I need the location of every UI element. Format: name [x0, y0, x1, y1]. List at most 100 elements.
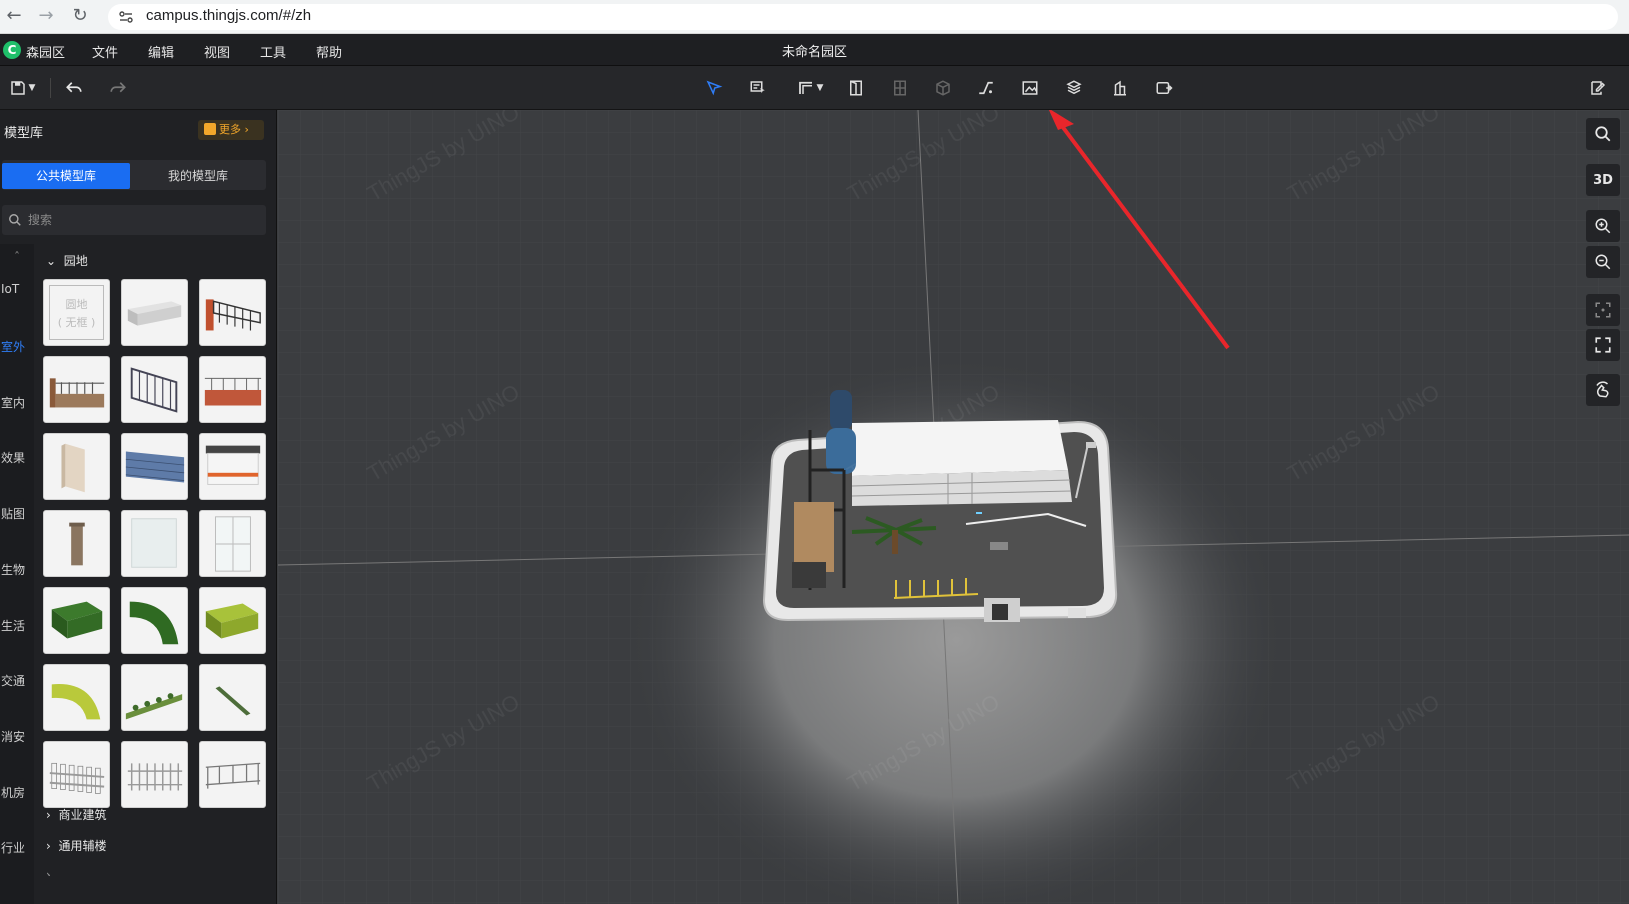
- category-indoor[interactable]: 室内: [0, 394, 34, 411]
- focus-icon: [1595, 302, 1611, 318]
- menu-help[interactable]: 帮助: [316, 42, 342, 61]
- model-thumb-panel-wall[interactable]: [43, 433, 110, 500]
- category-server-room[interactable]: 机房: [0, 784, 34, 801]
- url-text[interactable]: campus.thingjs.com/#/zh: [146, 7, 311, 24]
- more-label: 更多: [219, 123, 241, 136]
- cad-import-icon[interactable]: [1150, 74, 1178, 102]
- rotate-view-button[interactable]: [1586, 374, 1620, 406]
- model-thumb-white-fence[interactable]: [121, 741, 188, 808]
- wall-tool-dropdown[interactable]: ▼: [790, 74, 830, 102]
- category-textures[interactable]: 贴图: [0, 505, 34, 522]
- category-traffic[interactable]: 交通: [0, 672, 34, 689]
- main-toolbar: ▼ ▼: [0, 66, 1629, 110]
- fullscreen-icon: [1595, 337, 1611, 353]
- building-tool-icon[interactable]: [1106, 74, 1134, 102]
- model-thumb-concrete-block[interactable]: [121, 279, 188, 346]
- select-tool-icon[interactable]: [700, 74, 728, 102]
- cube-tool-icon[interactable]: [929, 74, 957, 102]
- model-thumb-tile-wall[interactable]: [121, 510, 188, 577]
- model-thumb-hedge-block[interactable]: [43, 587, 110, 654]
- more-button[interactable]: 更多 ›: [198, 120, 264, 140]
- category-effects[interactable]: 效果: [0, 449, 34, 466]
- category-industry[interactable]: 行业: [0, 839, 34, 856]
- multi-select-icon[interactable]: [744, 74, 772, 102]
- model-thumb-wall-stripe[interactable]: [199, 433, 266, 500]
- save-dropdown-button[interactable]: ▼: [4, 74, 40, 102]
- zoom-in-button[interactable]: [1586, 210, 1620, 242]
- group-header-commercial[interactable]: › 商业建筑: [46, 806, 106, 823]
- search-icon: [9, 214, 21, 226]
- browser-address-bar: ← → ↻ campus.thingjs.com/#/zh: [0, 0, 1629, 34]
- 3d-scene-canvas[interactable]: [278, 110, 1629, 904]
- app-name: 森园区: [26, 46, 66, 61]
- view-mode-3d-button[interactable]: 3D: [1586, 164, 1620, 196]
- document-title: 未命名园区: [781, 45, 847, 60]
- model-thumb-block-wall[interactable]: [121, 433, 188, 500]
- undo-button[interactable]: [60, 74, 88, 102]
- viewport-search-button[interactable]: [1586, 118, 1620, 150]
- group-header-auxiliary[interactable]: › 通用辅楼: [46, 837, 106, 854]
- menu-view[interactable]: 视图: [204, 42, 230, 61]
- thumb-label-line2: ( 无框 ): [57, 316, 96, 329]
- category-iot[interactable]: IoT: [0, 282, 34, 296]
- 3d-viewport[interactable]: ThingJS by UINO ThingJS by UINO ThingJS …: [278, 110, 1629, 904]
- category-biology[interactable]: 生物: [0, 561, 34, 578]
- model-thumb-yellow-curve[interactable]: [43, 664, 110, 731]
- search-input[interactable]: [26, 209, 256, 231]
- site-settings-icon[interactable]: [118, 9, 134, 25]
- door-tool-icon[interactable]: [842, 74, 870, 102]
- category-fire-safety[interactable]: 消安: [0, 728, 34, 745]
- model-thumb-hedge-curve[interactable]: [121, 587, 188, 654]
- menu-tools[interactable]: 工具: [260, 42, 286, 61]
- measure-tool-icon[interactable]: [972, 74, 1000, 102]
- image-tool-icon[interactable]: [1016, 74, 1044, 102]
- back-icon[interactable]: ←: [2, 4, 26, 28]
- tab-my-library[interactable]: 我的模型库: [134, 163, 262, 189]
- model-thumb-iron-gate[interactable]: [199, 279, 266, 346]
- group-title-auxiliary: 通用辅楼: [58, 839, 107, 853]
- category-living[interactable]: 生活: [0, 617, 34, 634]
- zoom-out-icon: [1595, 254, 1611, 270]
- group-title: 园地: [63, 254, 88, 268]
- model-library-panel: 模型库 更多 › 公共模型库 我的模型库 ˆ IoT 室外 室内 效果 贴图 生…: [0, 110, 277, 904]
- scroll-up-icon[interactable]: ˆ: [0, 250, 34, 264]
- menu-file[interactable]: 文件: [92, 42, 118, 61]
- model-thumb-curb[interactable]: [199, 664, 266, 731]
- forward-icon[interactable]: →: [34, 4, 58, 28]
- reload-icon[interactable]: ↻: [68, 4, 92, 28]
- menu-edit[interactable]: 编辑: [148, 42, 174, 61]
- model-thumb-yellow-hedge[interactable]: [199, 587, 266, 654]
- thumb-label: 圆地 ( 无框 ): [49, 285, 104, 340]
- group-header-garden[interactable]: ⌄ 园地: [46, 252, 88, 269]
- model-thumb-shrub-row[interactable]: [121, 664, 188, 731]
- url-bar[interactable]: [108, 4, 1618, 30]
- model-thumb-brick-fence[interactable]: [199, 356, 266, 423]
- window-tool-icon[interactable]: [886, 74, 914, 102]
- model-thumb-sliding-gate[interactable]: [121, 356, 188, 423]
- panel-title: 模型库: [4, 126, 44, 141]
- focus-selection-button[interactable]: [1586, 294, 1620, 326]
- fullscreen-button[interactable]: [1586, 329, 1620, 361]
- model-thumb-glass-panel[interactable]: [199, 510, 266, 577]
- hand-rotate-icon: [1596, 381, 1609, 398]
- model-thumb-garden-no-frame[interactable]: 圆地 ( 无框 ): [43, 279, 110, 346]
- search-box: [2, 205, 266, 235]
- app-menubar: C 森园区 文件 编辑 视图 工具 帮助 未命名园区: [0, 34, 1629, 66]
- tab-public-library[interactable]: 公共模型库: [2, 163, 130, 189]
- model-thumb-fence-wall[interactable]: [43, 356, 110, 423]
- model-thumb-picket-fence[interactable]: [43, 741, 110, 808]
- app-logo-icon: C: [3, 41, 21, 59]
- library-tabs: 公共模型库 我的模型库: [2, 160, 266, 190]
- edit-notes-icon[interactable]: [1584, 74, 1612, 102]
- category-rail: ˆ IoT 室外 室内 效果 贴图 生物 生活 交通 消安 机房 行业: [0, 244, 34, 904]
- zoom-in-icon: [1595, 218, 1611, 234]
- store-icon: [204, 123, 216, 135]
- zoom-out-button[interactable]: [1586, 246, 1620, 278]
- group-header-cutoff: ›: [46, 868, 51, 876]
- model-tool-icon[interactable]: [1060, 74, 1088, 102]
- redo-button[interactable]: [104, 74, 132, 102]
- search-icon: [1595, 126, 1611, 142]
- model-thumb-post[interactable]: [43, 510, 110, 577]
- model-thumb-railing[interactable]: [199, 741, 266, 808]
- category-outdoor[interactable]: 室外: [0, 338, 34, 355]
